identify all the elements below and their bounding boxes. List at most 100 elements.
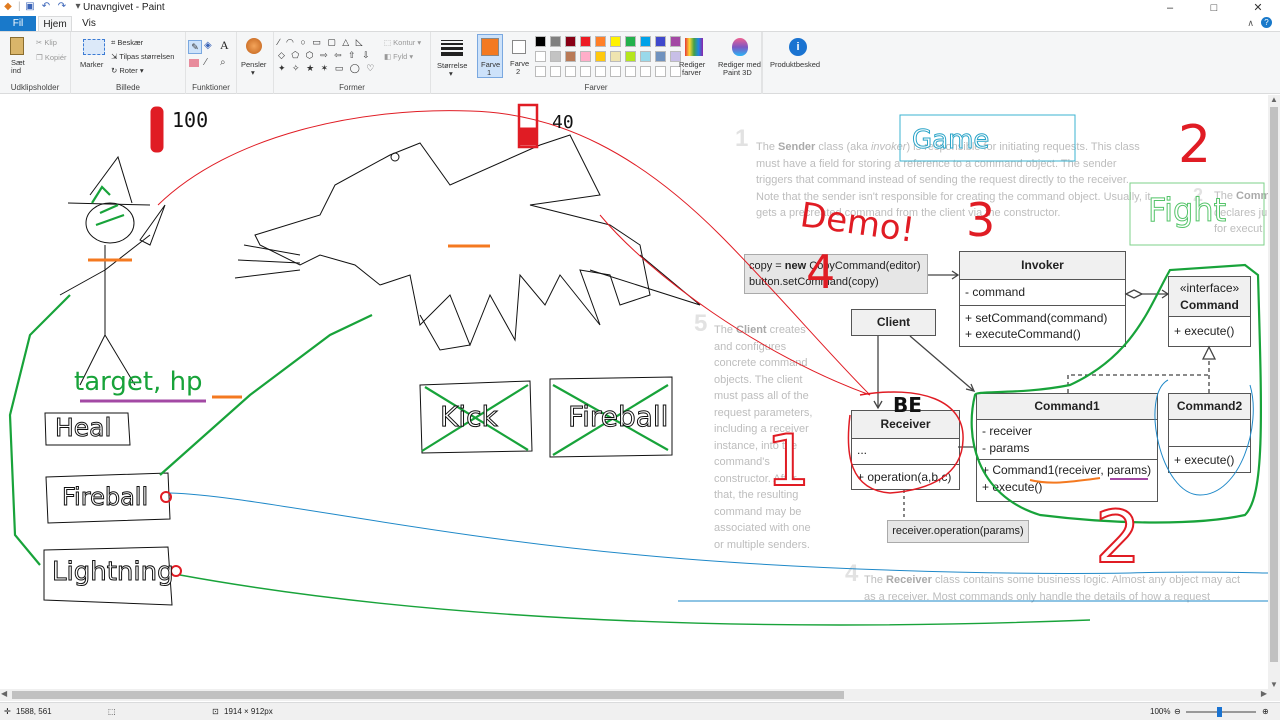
copy-button[interactable]: ❐ Kopiér [36,53,67,62]
zoom-out-icon[interactable]: ⊖ [1174,707,1181,716]
color-picker-icon[interactable]: ⁄ [205,57,207,68]
magnifier-icon[interactable]: ⌕ [220,57,226,68]
status-bar: ✛ 1588, 561 ⬚ ⊡ 1914 × 912px 100% ⊖ ⊕ [0,702,1280,720]
outline-button[interactable]: ⬚ Kontur ▾ [384,38,421,47]
undo-icon[interactable]: ↶ [40,1,52,13]
color-swatch[interactable] [655,66,666,77]
scroll-right-icon[interactable]: ▶ [1261,689,1267,698]
text-icon[interactable]: A [220,38,229,53]
color-swatch[interactable] [595,36,606,47]
product-alert-button[interactable]: i Produktbesked [768,36,830,80]
close-button[interactable]: ✕ [1236,0,1280,16]
color1-button[interactable]: Farve 1 [477,34,503,78]
edit-colors-label-2: farver [682,68,702,77]
step-2-bottom-label: 2 [1094,494,1142,580]
maximize-button[interactable]: □ [1192,0,1236,16]
color-swatch[interactable] [535,36,546,47]
color-swatch[interactable] [625,36,636,47]
drawing-canvas[interactable]: 1 The Sender class (aka invoker) is resp… [0,95,1268,689]
color-swatch[interactable] [655,36,666,47]
hp-left-label: 100 [172,108,209,132]
cut-label: Klip [44,38,57,47]
color-swatch[interactable] [595,51,606,62]
color-swatch[interactable] [640,36,651,47]
shapes-gallery[interactable]: ∕ ◠ ○ ▭ ▢ △ ◺ ◇ ⬠ ⬡ ⇨ ⇦ ⇧ ⇩ ✦ ✧ ★ ✶ ▭ ◯ … [278,36,378,78]
color-swatch[interactable] [580,66,591,77]
paste-button[interactable]: Sæt ind [6,36,30,76]
zoom-slider[interactable] [1186,707,1256,717]
color-swatch[interactable] [535,51,546,62]
wizard-body [59,234,151,386]
brushes-button[interactable]: Pensler ▾ [241,36,269,77]
resize-button[interactable]: ⇲ Tilpas størrelsen [111,52,174,61]
color2-button[interactable]: Farve 2 [507,34,533,78]
color-swatch[interactable] [550,36,561,47]
eraser-icon[interactable] [189,59,199,67]
resize-label: Tilpas størrelsen [119,52,175,61]
window-title: Unavngivet - Paint [83,2,165,13]
color-swatch[interactable] [595,66,606,77]
edit-colors-button[interactable]: Rediger farver [677,36,711,80]
cursor-position: 1588, 561 [16,707,52,716]
crop-button[interactable]: ⌗ Beskær [111,38,143,48]
color-swatch[interactable] [640,51,651,62]
brushes-group: Pensler ▾ [237,32,274,94]
zoom-in-icon[interactable]: ⊕ [1262,707,1269,716]
size-button[interactable]: Størrelse ▾ [437,36,467,78]
horizontal-scroll-thumb[interactable] [12,691,844,699]
color-swatch[interactable] [565,36,576,47]
red-link-2 [599,214,871,396]
color-swatch[interactable] [565,66,576,77]
divider: | [18,1,21,12]
fill-bucket-icon[interactable]: ◈ [204,40,212,51]
outline-label: Kontur [393,38,416,47]
color-swatch[interactable] [550,66,561,77]
zoom-slider-thumb[interactable] [1217,707,1222,717]
vertical-scrollbar[interactable]: ▲ ▼ [1268,95,1280,689]
help-icon[interactable]: ? [1261,17,1272,28]
vertical-scroll-thumb[interactable] [1270,107,1278,662]
color-swatch[interactable] [580,51,591,62]
shapes-row-1: ∕ ◠ ○ ▭ ▢ △ ◺ [278,37,365,47]
copy-icon: ❐ [36,53,43,62]
tab-view[interactable]: Vis [78,16,100,31]
collapse-ribbon-icon[interactable]: ∧ [1247,18,1254,29]
scroll-down-icon[interactable]: ▼ [1270,680,1278,689]
color-swatch[interactable] [610,36,621,47]
tab-file[interactable]: Fil [0,16,36,31]
aggregation-diamond [1124,289,1144,299]
horizontal-scrollbar[interactable]: ◀ ▶ [0,689,1268,701]
color-swatch[interactable] [625,51,636,62]
color-wheel-icon [685,38,703,56]
color-swatch[interactable] [625,66,636,77]
color-swatch[interactable] [640,66,651,77]
red-sketches [150,103,964,577]
fireball-label: Fireball [61,483,149,512]
select-button[interactable]: Marker [79,36,107,76]
tab-home[interactable]: Hjem [38,16,72,31]
redo-icon[interactable]: ↷ [56,1,68,13]
fill-button[interactable]: ◧ Fyld ▾ [384,52,413,61]
color-swatch[interactable] [580,36,591,47]
rotate-button[interactable]: ↻ Roter ▾ [111,66,144,75]
pencil-icon[interactable]: ✎ [188,40,202,54]
color-swatch[interactable] [550,51,561,62]
size-lines-icon [441,40,463,56]
quick-access-toolbar: ◆ | ▣ ↶ ↷ ▾ [2,1,84,13]
scroll-up-icon[interactable]: ▲ [1270,95,1278,104]
hp-bar-left [150,106,164,153]
cut-button[interactable]: ✂ Klip [36,38,57,47]
canvas-size-icon: ⊡ [212,707,219,716]
color-swatch[interactable] [565,51,576,62]
color-swatch[interactable] [610,51,621,62]
paint3d-button[interactable]: Rediger med Paint 3D [714,36,766,80]
color-swatch[interactable] [655,51,666,62]
minimize-button[interactable]: – [1148,0,1192,16]
color-swatch[interactable] [535,66,546,77]
color-swatch[interactable] [610,66,621,77]
save-icon[interactable]: ▣ [24,1,36,13]
kick-label: Kick [440,400,499,434]
scroll-left-icon[interactable]: ◀ [1,689,7,698]
orange-marks [88,244,1101,484]
shapes-group: ∕ ◠ ○ ▭ ▢ △ ◺ ◇ ⬠ ⬡ ⇨ ⇦ ⇧ ⇩ ✦ ✧ ★ ✶ ▭ ◯ … [274,32,431,94]
